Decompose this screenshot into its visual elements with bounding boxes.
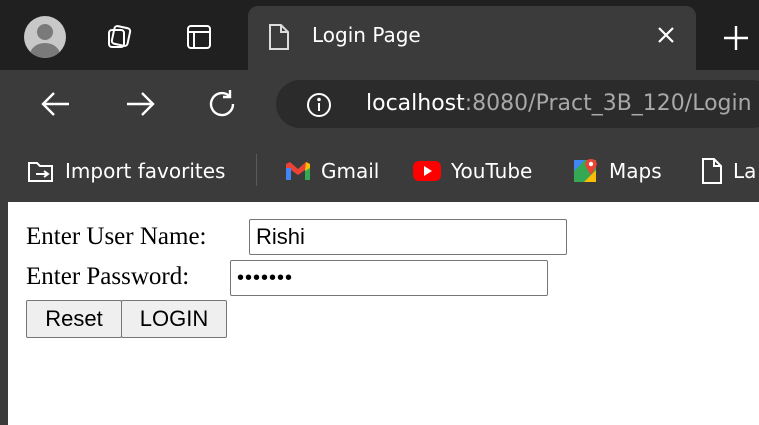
- page-icon: [266, 22, 292, 56]
- workspaces-icon[interactable]: [102, 20, 136, 54]
- tab-strip: Login Page: [0, 0, 759, 70]
- navigation-toolbar: localhost:8080/Pract_3B_120/Login: [0, 70, 759, 138]
- tab-title: Login Page: [312, 23, 421, 47]
- avatar-body: [30, 43, 60, 58]
- url-text[interactable]: localhost:8080/Pract_3B_120/Login: [366, 91, 752, 116]
- tab-login-page[interactable]: Login Page: [248, 6, 696, 70]
- window-edge: [0, 202, 8, 425]
- favorite-gmail[interactable]: Gmail: [284, 156, 379, 186]
- favorite-import[interactable]: Import favorites: [26, 156, 225, 186]
- profile-avatar[interactable]: [24, 16, 66, 58]
- username-label: Enter User Name:: [26, 223, 207, 250]
- browser-window: Login Page localhost:8080/Pract_3B_120/L…: [0, 0, 759, 425]
- favorite-youtube[interactable]: YouTube: [412, 156, 532, 186]
- username-input[interactable]: Rishi: [249, 219, 567, 255]
- refresh-icon: [209, 90, 235, 117]
- favorite-label: Gmail: [321, 159, 380, 183]
- info-icon[interactable]: [306, 92, 332, 122]
- address-bar[interactable]: localhost:8080/Pract_3B_120/Login: [276, 80, 759, 128]
- url-host: localhost: [366, 91, 465, 116]
- close-icon[interactable]: [652, 21, 680, 49]
- favorite-label: Maps: [609, 159, 662, 183]
- page-icon: [700, 157, 724, 185]
- plus-icon: [724, 26, 748, 50]
- login-button[interactable]: LOGIN: [121, 300, 227, 338]
- forward-button[interactable]: [120, 84, 160, 124]
- favorite-label: YouTube: [451, 159, 533, 183]
- import-favorites-icon: [26, 157, 56, 185]
- favorites-separator: [256, 154, 257, 186]
- back-button[interactable]: [36, 84, 76, 124]
- tab-actions-icon[interactable]: [182, 20, 216, 54]
- maps-icon: [572, 157, 600, 185]
- password-input[interactable]: •••••••: [230, 260, 548, 296]
- favorite-maps[interactable]: Maps: [572, 156, 662, 186]
- url-path: :8080/Pract_3B_120/Login: [464, 91, 752, 116]
- page-content: Enter User Name: Rishi Enter Password: •…: [8, 204, 759, 425]
- arrow-right-icon: [127, 92, 155, 116]
- youtube-icon: [412, 160, 442, 182]
- arrow-left-icon: [41, 92, 69, 116]
- password-label: Enter Password:: [26, 263, 190, 290]
- avatar-head: [37, 24, 53, 40]
- favorite-label: La: [733, 159, 757, 183]
- new-tab-button[interactable]: [718, 20, 754, 56]
- refresh-button[interactable]: [202, 84, 242, 124]
- favorites-bar: Import favorites Gmail YouTube Maps La: [0, 138, 759, 202]
- favorite-page[interactable]: La: [700, 156, 756, 186]
- favorite-label: Import favorites: [65, 159, 226, 183]
- gmail-icon: [284, 160, 312, 182]
- reset-button[interactable]: Reset: [26, 300, 122, 338]
